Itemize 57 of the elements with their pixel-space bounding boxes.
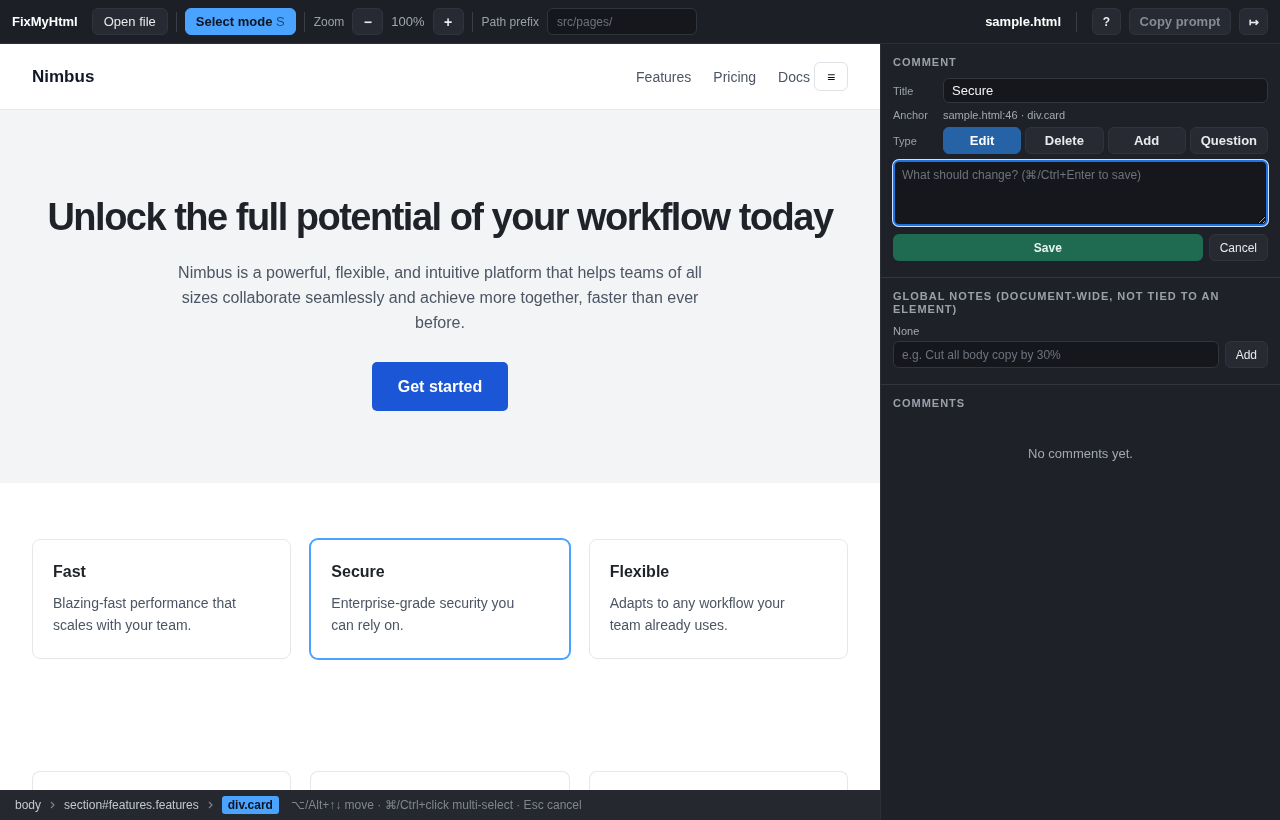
- nav-link[interactable]: Docs: [778, 68, 810, 85]
- feature-card-top[interactable]: [32, 771, 292, 790]
- file-name: sample.html: [985, 14, 1061, 29]
- type-tab[interactable]: Question: [1189, 127, 1268, 154]
- breadcrumb[interactable]: body: [15, 798, 42, 812]
- global-note-field[interactable]: e.g. Cut all body copy by 30%: [893, 341, 1219, 368]
- hero-text: Nimbus is a powerful, flexible, and intuitive platform that helps teams of all sizes collaborate seamlessly and achieve more together, faster than ever before.: [177, 263, 703, 333]
- card-title: Flexible: [609, 562, 671, 582]
- hero-heading: Unlock the full potential of your workflow today: [46, 195, 835, 240]
- type-tab[interactable]: Edit: [943, 127, 1022, 154]
- field-label: Title: [893, 84, 915, 97]
- feature-card-top[interactable]: [588, 771, 848, 790]
- anchor-text: sample.html:46 · div.card: [943, 109, 1066, 121]
- zoom-label: Zoom: [313, 14, 345, 29]
- field-label: Anchor: [893, 109, 929, 121]
- open-file-button[interactable]: Open file: [91, 8, 168, 35]
- feature-card[interactable]: Flexible Adapts to any workflow your team already uses.: [588, 539, 848, 659]
- card-text: Blazing-fast performance that scales with your team.: [53, 594, 237, 635]
- select-mode-button[interactable]: Select mode S: [184, 8, 296, 35]
- cancel-button[interactable]: Cancel: [1208, 234, 1268, 261]
- comment-field[interactable]: What should change? (⌘/Ctrl+Enter to save): [893, 160, 1268, 226]
- section-heading: COMMENT: [893, 56, 958, 69]
- zoom-level-text: 100%: [391, 14, 425, 29]
- site-brand: Nimbus: [32, 66, 95, 87]
- section-heading: GLOBAL NOTES (DOCUMENT-WIDE, NOT TIED TO AN ELEMENT): [893, 290, 1221, 316]
- zoom-in-button[interactable]: +: [432, 8, 464, 35]
- collapse-panel-button[interactable]: ↦: [1239, 8, 1268, 35]
- card-text: Adapts to any workflow your team already uses.: [609, 594, 786, 635]
- nav-link[interactable]: Pricing: [713, 68, 757, 85]
- card-text: Enterprise-grade security you can rely on.: [331, 594, 516, 635]
- empty-comments-text: No comments yet.: [1027, 446, 1134, 463]
- feature-card[interactable]: Fast Blazing-fast performance that scales with your team.: [32, 539, 292, 659]
- menu-button[interactable]: ≡: [814, 62, 848, 91]
- chevron-right-icon: [50, 801, 56, 809]
- zoom-out-button[interactable]: −: [352, 8, 384, 35]
- feature-card-top[interactable]: [310, 771, 570, 790]
- breadcrumb[interactable]: section#features.features: [64, 798, 199, 812]
- feature-card[interactable]: Secure Enterprise-grade security you can rely on.: [310, 539, 570, 659]
- empty-notes-text: None: [893, 324, 921, 338]
- get-started-button[interactable]: Get started: [372, 362, 508, 411]
- card-title: Fast: [53, 562, 87, 582]
- help-button[interactable]: ?: [1092, 8, 1121, 35]
- field-label: Type: [893, 134, 918, 147]
- title-field[interactable]: Secure: [943, 78, 1268, 103]
- path-prefix-field[interactable]: src/pages/: [546, 8, 697, 35]
- nav-link[interactable]: Features: [636, 68, 692, 85]
- shortcut-hint: ⌥/Alt+↑↓ move · ⌘/Ctrl+click multi-select · Esc cancel: [290, 798, 582, 812]
- card-title: Secure: [331, 562, 386, 582]
- path-prefix-label: Path prefix: [481, 14, 539, 29]
- app-name: FixMyHtml: [12, 14, 78, 29]
- add-note-button[interactable]: Add: [1224, 341, 1268, 368]
- breadcrumb[interactable]: div.card: [221, 796, 279, 814]
- type-tab[interactable]: Add: [1107, 127, 1186, 154]
- chevron-right-icon: [207, 801, 213, 809]
- section-heading: COMMENTS: [893, 397, 967, 410]
- save-button[interactable]: Save: [893, 234, 1203, 261]
- type-tab[interactable]: Delete: [1025, 127, 1104, 154]
